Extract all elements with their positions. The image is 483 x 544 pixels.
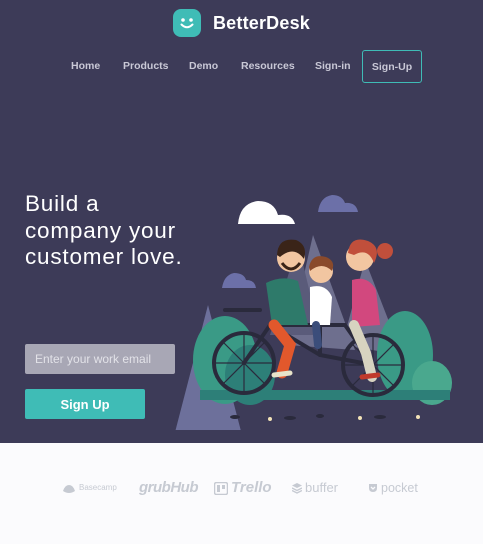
nav-resources[interactable]: Resources	[241, 50, 295, 83]
brand[interactable]: BetterDesk	[0, 9, 483, 37]
work-email-input[interactable]	[25, 344, 175, 374]
nav-products[interactable]: Products	[123, 50, 169, 83]
pocket-icon	[369, 484, 377, 492]
buffer-icon	[292, 482, 302, 494]
smiley-icon	[172, 9, 201, 37]
nav-demo[interactable]: Demo	[189, 50, 218, 83]
hero-section: BetterDesk Home Products Demo Resources …	[0, 0, 483, 443]
partner-pocket: pocket	[368, 478, 418, 498]
brand-name: BetterDesk	[212, 12, 311, 33]
nav-home[interactable]: Home	[71, 50, 100, 83]
hero-headline: Build a company your customer love.	[25, 191, 183, 269]
partner-grubhub: grubHub	[139, 479, 198, 496]
nav-sign-up-button[interactable]: Sign-Up	[362, 50, 422, 83]
partner-buffer: buffer	[292, 478, 338, 498]
cloud-icon	[238, 201, 295, 224]
sign-up-button[interactable]: Sign Up	[25, 389, 145, 419]
partner-logos: Basecamp grubHub Trello buffer pocket	[0, 478, 483, 498]
nav-sign-in[interactable]: Sign-in	[315, 50, 351, 83]
family-bicycle-illustration	[175, 195, 452, 430]
partner-basecamp: Basecamp	[62, 478, 117, 498]
basecamp-icon	[63, 485, 75, 493]
trello-icon	[214, 481, 228, 495]
partner-trello: Trello	[214, 478, 272, 498]
main-nav: Home Products Demo Resources Sign-in Sig…	[0, 50, 483, 83]
